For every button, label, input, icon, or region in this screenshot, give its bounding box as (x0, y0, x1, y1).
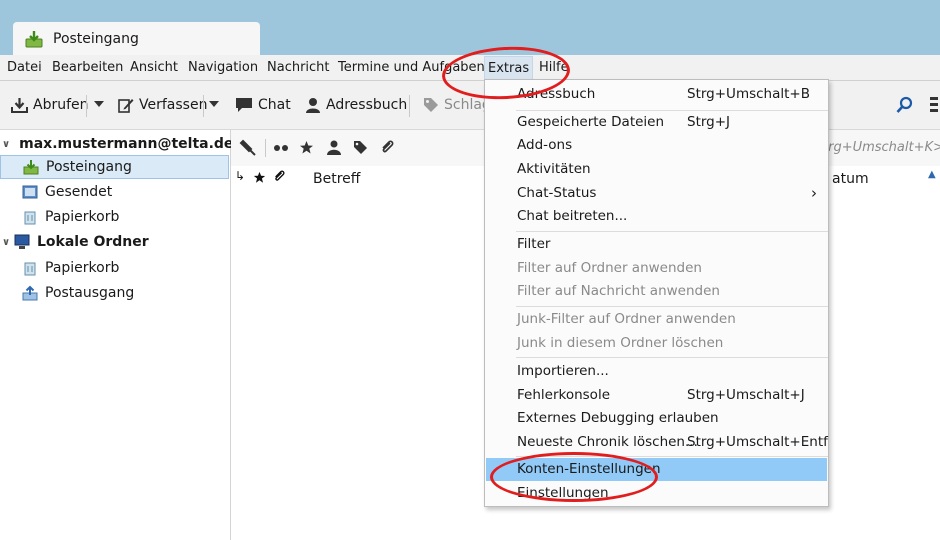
download-icon (11, 98, 28, 113)
folder-label: Papierkorb (45, 209, 120, 225)
inbox-icon (25, 31, 43, 48)
menu-item-debugging[interactable]: Externes Debugging erlauben (486, 407, 827, 430)
address-book-button[interactable]: Adressbuch (305, 97, 407, 113)
menu-nachricht[interactable]: Nachricht (266, 60, 331, 75)
tag-icon (424, 98, 438, 112)
local-folders[interactable]: ∨ Lokale Ordner (0, 230, 229, 254)
outbox-icon (22, 285, 38, 301)
compose-button[interactable]: Verfassen (118, 97, 207, 113)
get-mail-button[interactable]: Abrufen (11, 97, 89, 113)
menu-item-fehlerkonsole[interactable]: Fehlerkonsole Strg+Umschalt+J (486, 384, 827, 407)
unread-icon[interactable] (273, 142, 289, 154)
trash-icon (24, 211, 36, 225)
local-folders-label: Lokale Ordner (37, 234, 149, 250)
compose-label: Verfassen (139, 97, 208, 113)
get-mail-label: Abrufen (33, 97, 89, 113)
attachment-icon[interactable] (380, 139, 394, 156)
menu-item-filter-nachricht: Filter auf Nachricht anwenden (517, 283, 720, 299)
menu-item-chat-status[interactable]: Chat-Status › (486, 182, 827, 205)
trash-icon (24, 262, 36, 276)
contact-icon (306, 98, 320, 113)
menu-item-chronik[interactable]: Neueste Chronik löschen... Strg+Umschalt… (486, 431, 828, 454)
folder-label: Papierkorb (45, 260, 120, 276)
folder-label: Posteingang (46, 159, 132, 175)
menu-item-junk-filter: Junk-Filter auf Ordner anwenden (517, 311, 736, 327)
account-folder[interactable]: ∨ max.mustermann@telta.de (0, 132, 233, 156)
toolbar-divider (86, 95, 87, 117)
pencil-icon (118, 99, 134, 113)
folder-pane: ∨ max.mustermann@telta.de Posteingang Ge… (0, 130, 233, 540)
menu-item-add-ons[interactable]: Add-ons (486, 134, 827, 157)
folder-label: Gesendet (45, 184, 113, 200)
folder-label: Postausgang (45, 285, 135, 301)
folder-gesendet[interactable]: Gesendet (0, 180, 251, 204)
sort-ascending-icon[interactable]: ▲ (928, 169, 936, 180)
folder-papierkorb[interactable]: Papierkorb (0, 205, 251, 229)
menu-item-junk-loeschen: Junk in diesem Ordner löschen (517, 335, 724, 351)
attachment-column-icon[interactable] (273, 169, 285, 184)
menu-item-chat-beitreten[interactable]: Chat beitreten... (486, 205, 827, 228)
address-book-label: Adressbuch (326, 97, 408, 113)
star-icon[interactable] (299, 140, 314, 155)
annotation-circle-konten (490, 452, 658, 502)
menu-item-filter[interactable]: Filter (486, 233, 827, 256)
quick-filter-search-hint[interactable]: trg+Umschalt+K> (823, 140, 940, 155)
thread-column-icon[interactable]: ↳ (235, 169, 245, 183)
chat-label: Chat (258, 97, 291, 113)
contact-icon[interactable] (327, 140, 341, 155)
menu-item-filter-ordner: Filter auf Ordner anwenden (517, 260, 702, 276)
inbox-icon (23, 160, 39, 175)
chevron-down-icon[interactable]: ∨ (2, 237, 12, 248)
tag-button[interactable]: Schlag (423, 97, 491, 113)
app-menu-icon[interactable] (930, 97, 938, 112)
tab-label: Posteingang (53, 31, 139, 47)
menu-separator (516, 357, 828, 358)
menu-item-gespeicherte-dateien[interactable]: Gespeicherte Dateien Strg+J (486, 111, 827, 134)
column-subject[interactable]: Betreff (313, 171, 360, 187)
compose-dropdown-arrow[interactable] (209, 101, 219, 107)
menu-ansicht[interactable]: Ansicht (129, 60, 179, 75)
menu-separator (516, 306, 828, 307)
toolbar-divider (409, 95, 410, 117)
folder-posteingang[interactable]: Posteingang (0, 155, 229, 179)
sent-folder-icon (22, 185, 38, 199)
tag-icon[interactable] (353, 140, 368, 155)
tab-posteingang[interactable]: Posteingang (13, 22, 260, 56)
menu-separator (516, 231, 828, 232)
folder-local-papierkorb[interactable]: Papierkorb (0, 256, 251, 280)
computer-icon (14, 234, 30, 249)
chevron-right-icon: › (811, 184, 817, 202)
account-name: max.mustermann@telta.de (19, 136, 234, 152)
chat-bubble-icon (236, 98, 252, 112)
chevron-down-icon[interactable]: ∨ (2, 139, 10, 150)
pin-icon[interactable] (239, 139, 257, 157)
toolbar-divider (265, 139, 266, 157)
menu-navigation[interactable]: Navigation (187, 60, 259, 75)
column-date[interactable]: atum (832, 171, 869, 187)
folder-postausgang[interactable]: Postausgang (0, 281, 251, 305)
menu-datei[interactable]: Datei (6, 60, 43, 75)
toolbar-divider (203, 95, 204, 117)
menu-item-importieren[interactable]: Importieren... (486, 360, 827, 383)
search-icon[interactable] (896, 96, 914, 118)
get-mail-dropdown-arrow[interactable] (94, 101, 104, 107)
chat-button[interactable]: Chat (235, 97, 291, 113)
star-column-icon[interactable] (253, 171, 266, 184)
menu-item-aktivitaeten[interactable]: Aktivitäten (486, 158, 827, 181)
menu-bearbeiten[interactable]: Bearbeiten (51, 60, 124, 75)
extras-menu: Adressbuch Strg+Umschalt+B Gespeicherte … (484, 79, 829, 507)
